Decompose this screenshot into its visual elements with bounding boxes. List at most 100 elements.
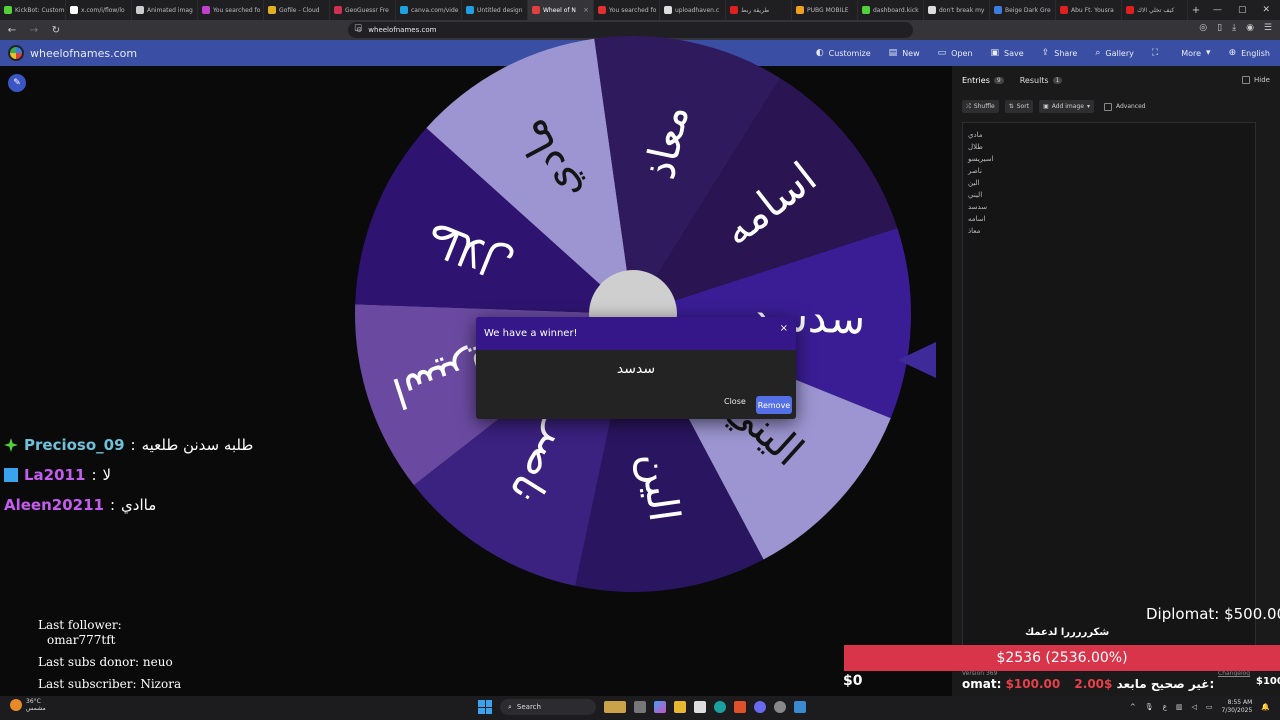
tab-favicon-icon (664, 6, 672, 14)
browser-tab[interactable]: Gofile - Cloud (264, 0, 330, 20)
tab-results[interactable]: Results 1 (1020, 76, 1063, 85)
browser-tab[interactable]: x.com/i/flow/lo (66, 0, 132, 20)
menu-icon[interactable]: ☰ (1264, 23, 1272, 33)
browser-tab[interactable]: Untitled design (462, 0, 528, 20)
sun-icon (10, 699, 22, 711)
new-tab-button[interactable]: + (1188, 5, 1204, 16)
browser-tab[interactable]: Animated imag (132, 0, 198, 20)
menu-item-share[interactable]: ⇪ Share (1042, 48, 1078, 58)
sidebar-icon[interactable]: ▯ (1217, 23, 1222, 33)
copilot-icon[interactable] (654, 701, 666, 713)
edit-pencil-icon[interactable]: ✎ (8, 74, 26, 92)
back-icon[interactable]: ← (6, 25, 18, 36)
close-button[interactable]: Close (724, 397, 746, 406)
profile-icon[interactable]: ◉ (1246, 23, 1254, 33)
toolbar-extensions: ◎ ▯ ⤓ ◉ ☰ (1199, 23, 1272, 33)
goal-start: $0 (843, 673, 863, 689)
menu-item-english[interactable]: ⊕ English (1229, 48, 1270, 58)
winner-dialog: We have a winner! × سدسد Close Remove (476, 317, 796, 419)
advanced-checkbox[interactable] (1103, 102, 1112, 111)
widgets-icon[interactable] (604, 701, 626, 713)
download-icon[interactable]: ⤓ (1232, 23, 1236, 33)
bookmark-icon[interactable]: ☐ (354, 24, 362, 34)
store-icon[interactable] (694, 701, 706, 713)
language-indicator[interactable]: ع (1163, 703, 1167, 711)
tab-favicon-icon (202, 6, 210, 14)
hide-checkbox[interactable] (1242, 76, 1251, 84)
menu-item-fullscreen[interactable]: ⛶ (1152, 48, 1163, 58)
forward-icon[interactable]: → (28, 25, 40, 36)
clock[interactable]: 8:55 AM 7/30/2025 (1222, 699, 1253, 715)
extension-icon[interactable]: ◎ (1199, 23, 1207, 33)
tab-entries[interactable]: Entries 9 (962, 76, 1004, 85)
battery-icon[interactable]: ▭ (1206, 703, 1213, 711)
browser-tab[interactable]: طريقة ربط (726, 0, 792, 20)
edge-icon[interactable] (714, 701, 726, 713)
name-wheel[interactable]: سدسدالينيالينناصراسيريسوطلالمادي معاذاسام… (353, 34, 913, 594)
last-follower-label: Last follower: (38, 618, 122, 632)
add-image-button[interactable]: ▣ Add image ▾ (1039, 100, 1094, 113)
notifications-icon[interactable]: 🔔 (1261, 703, 1270, 711)
browser-tab[interactable]: GeoGuessr Fre (330, 0, 396, 20)
tab-favicon-icon (862, 6, 870, 14)
chat-separator: : (109, 496, 116, 514)
browser-tab[interactable]: Wheel of N × (528, 0, 594, 20)
entries-textarea[interactable]: مادي طلال اسيريسو ناصر الين اليني سدسد اسامه معا… (962, 122, 1256, 657)
entry-line: طلال (968, 143, 983, 151)
advanced-toggle[interactable]: Advanced (1103, 100, 1146, 113)
weather-widget[interactable]: 36°C مشمس (10, 698, 46, 712)
dialog-close-icon[interactable]: × (780, 323, 788, 334)
network-icon[interactable]: ▥ (1176, 703, 1183, 711)
menu-item-gallery[interactable]: ⌕ Gallery (1095, 48, 1134, 58)
file-explorer-icon[interactable] (674, 701, 686, 713)
site-brand[interactable]: wheelofnames.com (30, 47, 137, 60)
reload-icon[interactable]: ↻ (50, 25, 62, 36)
taskview-icon[interactable] (634, 701, 646, 713)
browser-tab[interactable]: You searched fo (594, 0, 660, 20)
mic-icon[interactable]: 🎙 (1145, 703, 1154, 711)
sort-button[interactable]: ⇅ Sort (1004, 100, 1034, 113)
browser-tab[interactable]: Beige Dark Gre (990, 0, 1056, 20)
chrome-icon[interactable] (774, 701, 786, 713)
goal-end: $100 (1256, 676, 1280, 687)
browser-tab[interactable]: PUBG MOBILE (792, 0, 858, 20)
wheel-pointer (898, 342, 936, 378)
windows-start-icon[interactable] (478, 700, 492, 714)
tab-favicon-icon (928, 6, 936, 14)
discord-icon[interactable] (754, 701, 766, 713)
menu-item-open[interactable]: ▭ Open (938, 48, 973, 58)
browser-tab[interactable]: canva.com/vide (396, 0, 462, 20)
browser-tab[interactable]: don't break my (924, 0, 990, 20)
shuffle-button[interactable]: ⤮ Shuffle (962, 100, 999, 113)
chevron-down-icon: ▾ (1086, 103, 1090, 110)
hide-toggle[interactable]: Hide (1242, 76, 1270, 84)
browser-tab[interactable]: Abu Ft. Yousra (1056, 0, 1122, 20)
volume-icon[interactable]: ◁ (1192, 703, 1197, 711)
browser-tab[interactable]: كيف تخلي الاك (1122, 0, 1188, 20)
wheel-logo-icon[interactable] (8, 45, 24, 61)
menu-item-more[interactable]: More ▾ (1181, 48, 1210, 58)
gallery-icon: ⌕ (1095, 48, 1101, 58)
menu-item-save[interactable]: ▣ Save (991, 48, 1024, 58)
tab-favicon-icon (532, 6, 540, 14)
browser-tab[interactable]: dashboard.kick (858, 0, 924, 20)
tab-label: Animated imag (147, 6, 193, 14)
minimize-icon[interactable]: — (1213, 5, 1222, 15)
tab-close-icon[interactable]: × (583, 6, 589, 14)
taskbar-search[interactable]: ⌕ Search (500, 699, 596, 715)
close-window-icon[interactable]: ✕ (1262, 5, 1270, 15)
notes-icon[interactable] (794, 701, 806, 713)
browser-tab[interactable]: uploadhaven.c (660, 0, 726, 20)
remove-button[interactable]: Remove (756, 396, 792, 414)
ticker-amount-a: $100.00 (1005, 677, 1061, 691)
last-subs-donor: Last subs donor: neuo (38, 655, 173, 669)
chat-separator: : (91, 466, 97, 484)
maximize-icon[interactable]: ▢ (1238, 5, 1247, 15)
tray-chevron-icon[interactable]: ^ (1130, 703, 1136, 711)
brave-icon[interactable] (734, 701, 746, 713)
changelog-link[interactable]: Changelog (1218, 670, 1250, 677)
tab-label: PUBG MOBILE (807, 6, 849, 14)
browser-tab[interactable]: You searched fo (198, 0, 264, 20)
browser-tab[interactable]: KickBot: Custom (0, 0, 66, 20)
add-image-label: Add image (1051, 103, 1084, 110)
